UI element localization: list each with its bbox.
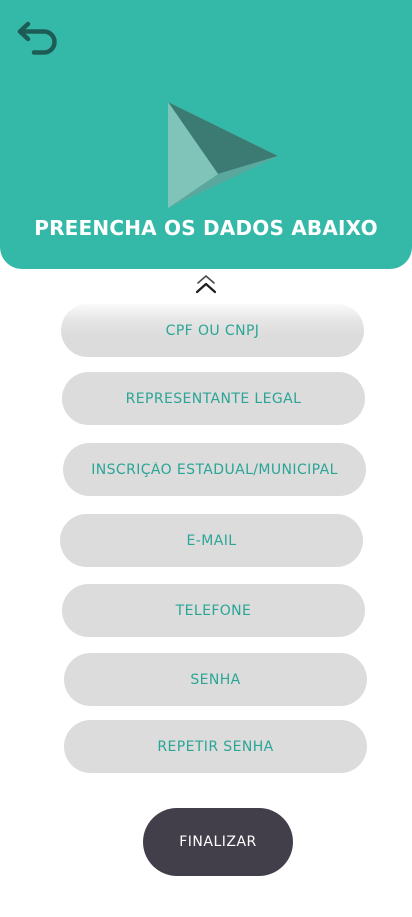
legal-representative-input[interactable] [62, 372, 365, 425]
play-triangle-logo [168, 102, 278, 208]
repeat-password-input[interactable] [64, 720, 367, 773]
undo-arrow-icon [17, 21, 57, 55]
password-input[interactable] [64, 653, 367, 706]
phone-input[interactable] [62, 584, 365, 637]
double-chevron-up-icon[interactable] [193, 273, 219, 297]
header: PREENCHA OS DADOS ABAIXO [0, 0, 412, 269]
cpf-cnpj-input[interactable] [61, 304, 364, 357]
back-button[interactable] [14, 16, 60, 58]
email-input[interactable] [60, 514, 363, 567]
state-municipal-registration-input[interactable] [63, 443, 366, 496]
page-title: PREENCHA OS DADOS ABAIXO [34, 216, 378, 240]
finish-button[interactable]: FINALIZAR [143, 808, 293, 876]
